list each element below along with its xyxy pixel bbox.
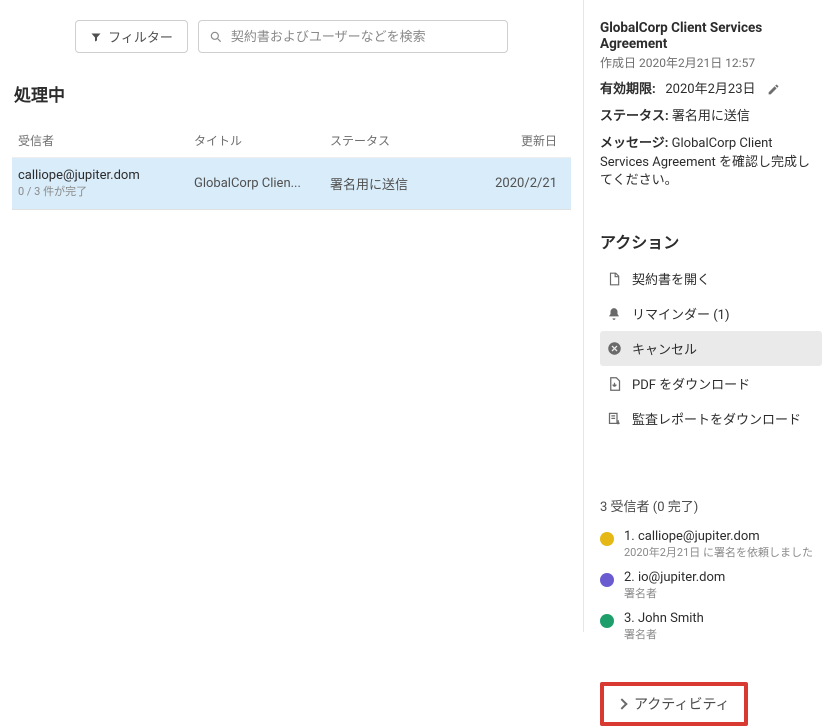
main-panel: フィルター 処理中 受信者 タイトル ステータス 更新日 calliope@ju… — [0, 0, 584, 632]
action-list: 契約書を開く リマインダー (1) キャンセル PDF をダウンロード 監査レポ… — [600, 261, 822, 436]
chevron-right-icon — [616, 699, 627, 710]
edit-expiry-icon[interactable] — [767, 83, 780, 96]
row-recipient-email: calliope@jupiter.dom — [18, 168, 188, 183]
bell-icon — [606, 306, 622, 322]
activity-toggle[interactable]: アクティビティ — [600, 682, 748, 726]
status-label: ステータス: — [600, 109, 669, 124]
open-agreement-label: 契約書を開く — [632, 269, 710, 288]
search-input[interactable] — [231, 29, 497, 44]
toolbar: フィルター — [12, 20, 571, 53]
reminder-label: リマインダー (1) — [632, 304, 730, 323]
recipient-dot-icon — [600, 532, 614, 546]
recipient-sub: 署名者 — [624, 626, 704, 642]
cancel-action[interactable]: キャンセル — [600, 331, 822, 366]
created-line: 作成日 2020年2月21日 12:57 — [600, 54, 822, 71]
search-field[interactable] — [198, 20, 508, 53]
filter-icon — [90, 31, 102, 43]
download-pdf-label: PDF をダウンロード — [632, 374, 750, 393]
download-audit-label: 監査レポートをダウンロード — [632, 409, 801, 428]
download-audit-action[interactable]: 監査レポートをダウンロード — [600, 401, 822, 436]
col-recipient: 受信者 — [18, 132, 188, 149]
activity-label: アクティビティ — [634, 694, 730, 714]
cancel-icon — [606, 341, 622, 357]
message-label: メッセージ: — [600, 136, 668, 151]
search-icon — [209, 30, 231, 44]
recipient-dot-icon — [600, 573, 614, 587]
recipient-dot-icon — [600, 614, 614, 628]
row-status: 署名用に送信 — [330, 174, 450, 193]
filter-button[interactable]: フィルター — [75, 20, 188, 53]
status-value: 署名用に送信 — [672, 109, 750, 124]
message-line: メッセージ: GlobalCorp Client Services Agreem… — [600, 135, 822, 192]
section-title: 処理中 — [14, 81, 571, 106]
col-status: ステータス — [330, 132, 450, 149]
list-header: 受信者 タイトル ステータス 更新日 — [12, 124, 571, 158]
expires-value: 2020年2月23日 — [665, 82, 755, 97]
agreement-title: GlobalCorp Client Services Agreement — [600, 20, 822, 52]
recipient-item[interactable]: 2. io@jupiter.dom 署名者 — [600, 566, 822, 607]
cancel-label: キャンセル — [632, 339, 697, 358]
col-updated: 更新日 — [456, 132, 565, 149]
reminder-action[interactable]: リマインダー (1) — [600, 296, 822, 331]
recipients-heading: 3 受信者 (0 完了) — [600, 496, 822, 515]
recipient-name: 2. io@jupiter.dom — [624, 570, 725, 585]
recipients-block: 3 受信者 (0 完了) 1. calliope@jupiter.dom 202… — [600, 496, 822, 648]
recipient-item[interactable]: 1. calliope@jupiter.dom 2020年2月21日 に署名を依… — [600, 525, 822, 566]
actions-heading: アクション — [600, 229, 822, 253]
expires-line: 有効期限: 2020年2月23日 — [600, 81, 822, 100]
row-progress: 0 / 3 件が完了 — [18, 183, 188, 199]
recipient-name: 3. John Smith — [624, 611, 704, 626]
detail-panel: GlobalCorp Client Services Agreement 作成日… — [584, 0, 830, 632]
col-title: タイトル — [194, 132, 324, 149]
row-title: GlobalCorp Clien... — [194, 176, 324, 191]
audit-download-icon — [606, 411, 622, 427]
download-pdf-action[interactable]: PDF をダウンロード — [600, 366, 822, 401]
document-icon — [606, 271, 622, 287]
row-recipient: calliope@jupiter.dom 0 / 3 件が完了 — [18, 168, 188, 199]
recipient-name: 1. calliope@jupiter.dom — [624, 529, 813, 544]
row-updated: 2020/2/21 — [456, 176, 565, 191]
recipient-item[interactable]: 3. John Smith 署名者 — [600, 607, 822, 648]
pdf-download-icon — [606, 376, 622, 392]
recipient-sub: 2020年2月21日 に署名を依頼しました — [624, 544, 813, 560]
open-agreement-action[interactable]: 契約書を開く — [600, 261, 822, 296]
expires-label: 有効期限: — [600, 82, 656, 97]
agreement-row[interactable]: calliope@jupiter.dom 0 / 3 件が完了 GlobalCo… — [12, 158, 571, 210]
created-value: 2020年2月21日 12:57 — [639, 56, 755, 70]
filter-label: フィルター — [108, 27, 173, 46]
created-label: 作成日 — [600, 56, 636, 70]
recipient-sub: 署名者 — [624, 585, 725, 601]
status-line: ステータス: 署名用に送信 — [600, 108, 822, 127]
